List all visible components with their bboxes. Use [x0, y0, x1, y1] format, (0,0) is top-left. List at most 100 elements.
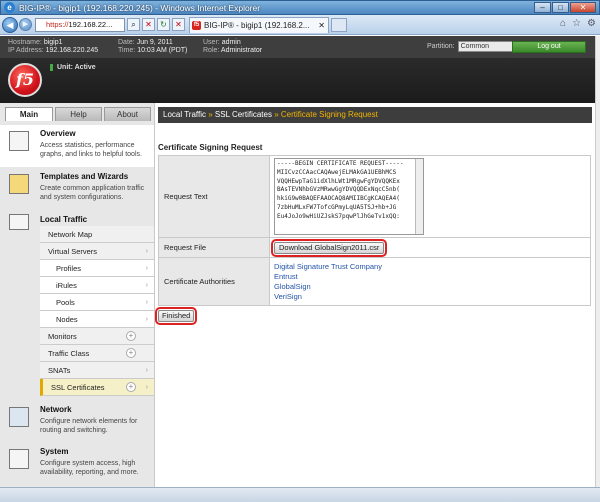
nav-nodes[interactable]: Nodes › [40, 311, 154, 328]
nav-network-map[interactable]: Network Map [40, 226, 154, 243]
nav-irules[interactable]: iRules › [40, 277, 154, 294]
overview-title[interactable]: Overview [40, 129, 76, 138]
chevron-right-icon: › [145, 248, 148, 255]
tab-close-icon[interactable]: ✕ [318, 21, 325, 30]
browser-tab[interactable]: f5 BIG-IP® - bigip1 (192.168.2... ✕ [189, 16, 329, 33]
nav-virtual-servers[interactable]: Virtual Servers › [40, 243, 154, 260]
refresh-icon[interactable]: ↻ [157, 18, 170, 31]
ca-link-globalsign[interactable]: GlobalSign [274, 282, 586, 292]
templates-clipboard-icon [9, 174, 29, 194]
chevron-right-icon: › [145, 384, 148, 391]
csr-table: Request Text -----BEGIN CERTIFICATE REQU… [158, 155, 591, 306]
nav-traffic-class[interactable]: Traffic Class + [40, 345, 154, 362]
overview-section[interactable]: Overview Access statistics, performance … [0, 125, 154, 167]
ca-link-digital-signature-trust[interactable]: Digital Signature Trust Company [274, 262, 586, 272]
back-button[interactable]: ◀ [2, 16, 18, 33]
chevron-right-icon: › [145, 316, 148, 323]
download-csr-button[interactable]: Download GlobalSign2011.csr [270, 238, 388, 257]
new-tab-button[interactable] [331, 17, 347, 32]
nav-label: SNATs [48, 366, 71, 375]
network-section[interactable]: Network Configure network elements for r… [0, 401, 154, 443]
network-title[interactable]: Network [40, 405, 72, 414]
network-icon [9, 407, 29, 427]
request-file-label: Request File [158, 237, 270, 258]
tab-main[interactable]: Main [5, 107, 53, 121]
user-label: User: [203, 39, 220, 46]
nav-pools[interactable]: Pools › [40, 294, 154, 311]
section-title: Certificate Signing Request [158, 143, 263, 152]
tools-gear-icon[interactable]: ⚙ [587, 18, 596, 29]
nav-label: Monitors [48, 332, 77, 341]
home-icon[interactable]: ⌂ [560, 18, 566, 29]
logout-button[interactable]: Log out [512, 41, 586, 53]
table-row: Request Text -----BEGIN CERTIFICATE REQU… [158, 155, 591, 238]
hostname-value: bigip1 [43, 39, 63, 46]
forward-button[interactable]: ▶ [19, 18, 32, 31]
nav-label: iRules [56, 281, 77, 290]
tab-about[interactable]: About [104, 107, 151, 121]
overview-chart-icon [9, 131, 29, 151]
search-dropdown-icon[interactable]: ⌕ [127, 18, 140, 31]
partition-select[interactable]: Common [457, 41, 513, 52]
ip-value: 192.168.220.245 [45, 47, 99, 54]
request-text-content: -----BEGIN CERTIFICATE REQUEST----- MIIC… [277, 160, 404, 220]
breadcrumb-current: Certificate Signing Request [280, 110, 378, 119]
chevron-right-icon: › [145, 367, 148, 374]
local-traffic-title[interactable]: Local Traffic [40, 215, 87, 224]
finished-button[interactable]: Finished [154, 307, 198, 325]
templates-title[interactable]: Templates and Wizards [40, 172, 128, 181]
breadcrumb-ssl-certificates[interactable]: SSL Certificates [215, 110, 272, 119]
nav-label: Nodes [56, 315, 78, 324]
nav-label: SSL Certificates [51, 383, 105, 392]
hostname-label: Hostname: [8, 39, 42, 46]
stop-icon[interactable]: ✕ [172, 18, 185, 31]
system-icon [9, 449, 29, 469]
templates-desc: Create common application traffic and sy… [40, 185, 145, 201]
favorites-star-icon[interactable]: ☆ [572, 18, 581, 29]
status-bar [0, 487, 600, 502]
minimize-button[interactable]: – [534, 2, 551, 13]
templates-section[interactable]: Templates and Wizards Create common appl… [0, 168, 154, 210]
breadcrumb-local-traffic[interactable]: Local Traffic [163, 110, 206, 119]
tab-label: BIG-IP® - bigip1 (192.168.2... [204, 20, 310, 30]
certificate-error-icon[interactable]: ✕ [142, 18, 155, 31]
time-value: 10:03 AM (PDT) [137, 47, 188, 54]
add-certificate-icon[interactable]: + [126, 382, 136, 392]
system-section[interactable]: System Configure system access, high ava… [0, 443, 154, 485]
tab-help[interactable]: Help [55, 107, 102, 121]
nav-snats[interactable]: SNATs › [40, 362, 154, 379]
nav-monitors[interactable]: Monitors + [40, 328, 154, 345]
network-desc: Configure network elements for routing a… [40, 418, 138, 434]
chevron-right-icon: › [145, 299, 148, 306]
date-label: Date: [118, 39, 135, 46]
breadcrumb-separator: » [208, 110, 213, 119]
system-title[interactable]: System [40, 447, 68, 456]
unit-status: Unit: Active [50, 64, 96, 71]
nav-label: Network Map [48, 230, 93, 239]
ca-link-verisign[interactable]: VeriSign [274, 292, 586, 302]
nav-profiles[interactable]: Profiles › [40, 260, 154, 277]
add-traffic-class-icon[interactable]: + [126, 348, 136, 358]
maximize-button[interactable]: □ [552, 2, 569, 13]
nav-ssl-certificates[interactable]: SSL Certificates + › [40, 379, 154, 396]
scrollbar[interactable] [415, 159, 423, 234]
nav-label: Pools [56, 298, 75, 307]
brand-strip: f5 Unit: Active [0, 58, 600, 103]
main-content: Local Traffic » SSL Certificates » Certi… [154, 103, 595, 487]
page-scrollbar[interactable] [595, 36, 600, 487]
close-window-button[interactable]: ✕ [570, 2, 596, 13]
table-row: Certificate Authorities Digital Signatur… [158, 257, 591, 306]
address-host: 192.168.22... [68, 20, 113, 29]
request-text-area[interactable]: -----BEGIN CERTIFICATE REQUEST----- MIIC… [274, 158, 424, 235]
request-text-label: Request Text [158, 155, 270, 238]
breadcrumb: Local Traffic » SSL Certificates » Certi… [158, 107, 592, 123]
address-scheme: https:// [46, 20, 69, 29]
add-monitor-icon[interactable]: + [126, 331, 136, 341]
ca-link-entrust[interactable]: Entrust [274, 272, 586, 282]
ca-label: Certificate Authorities [158, 257, 270, 306]
time-label: Time: [118, 47, 136, 54]
window-titlebar: e BIG-IP® - bigip1 (192.168.220.245) - W… [0, 0, 600, 15]
address-bar[interactable]: https://192.168.22... [35, 17, 125, 32]
ip-label: IP Address: [8, 47, 44, 54]
window-title: BIG-IP® - bigip1 (192.168.220.245) - Win… [19, 2, 261, 13]
